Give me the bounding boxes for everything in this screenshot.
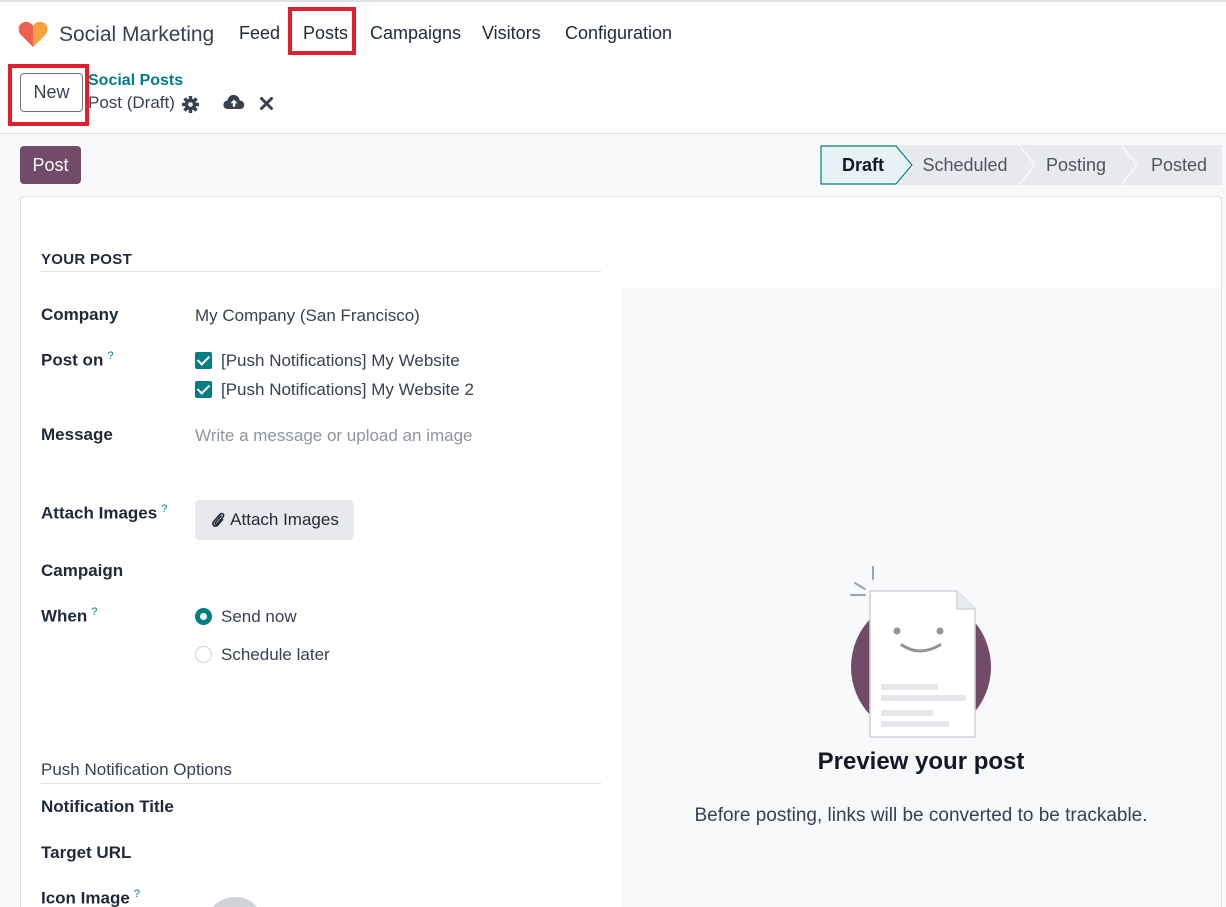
attach-images-button-label: Attach Images: [230, 510, 339, 529]
heart-logo-icon: [18, 21, 48, 47]
label-when: When?: [41, 606, 97, 627]
company-field[interactable]: My Company (San Francisco): [195, 306, 420, 326]
breadcrumb-current: Post (Draft): [88, 93, 175, 112]
account-1-label: [Push Notifications] My Website: [221, 351, 460, 370]
help-tooltip-icon[interactable]: ?: [91, 606, 97, 618]
nav-campaigns[interactable]: Campaigns: [370, 23, 461, 44]
checkbox-account-1[interactable]: [195, 352, 212, 369]
attach-images-button[interactable]: Attach Images: [195, 500, 354, 540]
close-icon[interactable]: [260, 97, 273, 110]
label-notification-title: Notification Title: [41, 797, 174, 816]
label-icon-image: Icon Image?: [41, 888, 140, 907]
push-section-divider: [41, 783, 601, 784]
label-target-url: Target URL: [41, 843, 132, 862]
section-title-your-post: YOUR POST: [41, 251, 133, 268]
stage-posted[interactable]: Posted: [1134, 145, 1224, 185]
label-icon-image-text: Icon Image: [41, 888, 130, 907]
stage-posting[interactable]: Posting: [1032, 145, 1120, 185]
gear-icon[interactable]: [181, 95, 200, 114]
account-2-label: [Push Notifications] My Website 2: [221, 380, 474, 399]
label-attach-images-text: Attach Images: [41, 503, 158, 523]
posts-highlight-box: [288, 7, 356, 55]
help-tooltip-icon[interactable]: ?: [134, 888, 140, 900]
label-post-on: Post on?: [41, 350, 113, 371]
stage-scheduled[interactable]: Scheduled: [910, 145, 1020, 185]
icon-image-placeholder[interactable]: [205, 897, 265, 907]
paperclip-icon: [212, 512, 225, 527]
nav-visitors[interactable]: Visitors: [482, 23, 541, 44]
cloud-upload-icon[interactable]: [223, 93, 245, 112]
label-attach-images: Attach Images?: [41, 503, 167, 524]
push-notification-section-title: Push Notification Options: [41, 760, 232, 779]
document-smiley-illustration: [850, 566, 991, 738]
new-highlight-box: [8, 64, 89, 126]
app-name: Social Marketing: [59, 23, 215, 46]
radio-schedule-later[interactable]: [195, 646, 212, 663]
app-brand[interactable]: Social Marketing: [18, 20, 214, 48]
label-company: Company: [41, 305, 119, 324]
nav-configuration[interactable]: Configuration: [565, 23, 672, 44]
radio-send-now[interactable]: [195, 608, 212, 625]
label-message: Message: [41, 425, 113, 444]
label-when-text: When: [41, 606, 88, 626]
post-button[interactable]: Post: [20, 146, 81, 184]
schedule-later-label: Schedule later: [221, 645, 330, 664]
label-campaign: Campaign: [41, 561, 124, 580]
help-tooltip-icon[interactable]: ?: [161, 503, 167, 515]
section-divider: [41, 271, 601, 272]
preview-description: Before posting, links will be converted …: [694, 805, 1148, 826]
top-navbar: Social Marketing Feed Posts Campaigns Vi…: [0, 0, 1226, 64]
send-now-label: Send now: [221, 607, 297, 626]
status-bar: Draft Scheduled Posting Posted: [820, 145, 1222, 185]
checkbox-account-2[interactable]: [195, 381, 212, 398]
nav-feed[interactable]: Feed: [239, 23, 280, 44]
label-post-on-text: Post on: [41, 350, 104, 370]
preview-title: Preview your post: [817, 748, 1025, 775]
help-tooltip-icon[interactable]: ?: [107, 350, 113, 362]
message-input[interactable]: Write a message or upload an image: [195, 426, 473, 446]
stage-draft[interactable]: Draft: [820, 145, 906, 185]
breadcrumb-parent-link[interactable]: Social Posts: [88, 72, 183, 90]
